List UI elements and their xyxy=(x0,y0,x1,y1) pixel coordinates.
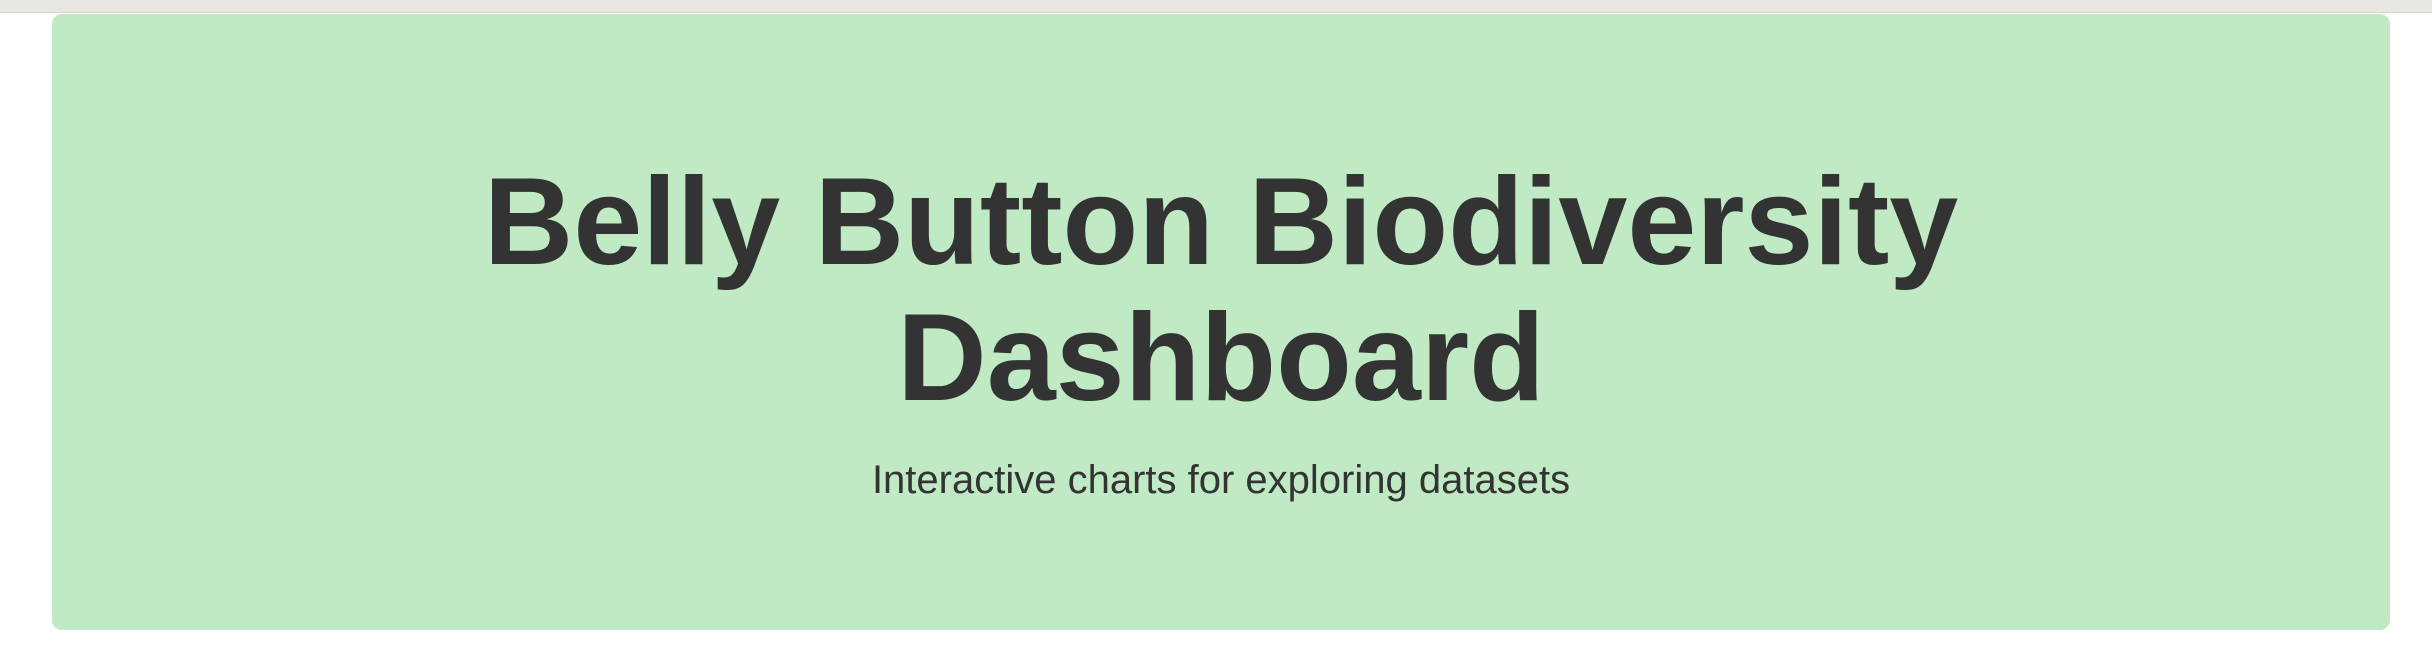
page-subtitle: Interactive charts for exploring dataset… xyxy=(871,458,1571,502)
page-title: Belly Button Biodiversity Dashboard xyxy=(483,153,1959,427)
browser-top-strip xyxy=(0,0,2432,13)
header-jumbotron: Belly Button Biodiversity Dashboard Inte… xyxy=(52,14,2390,630)
